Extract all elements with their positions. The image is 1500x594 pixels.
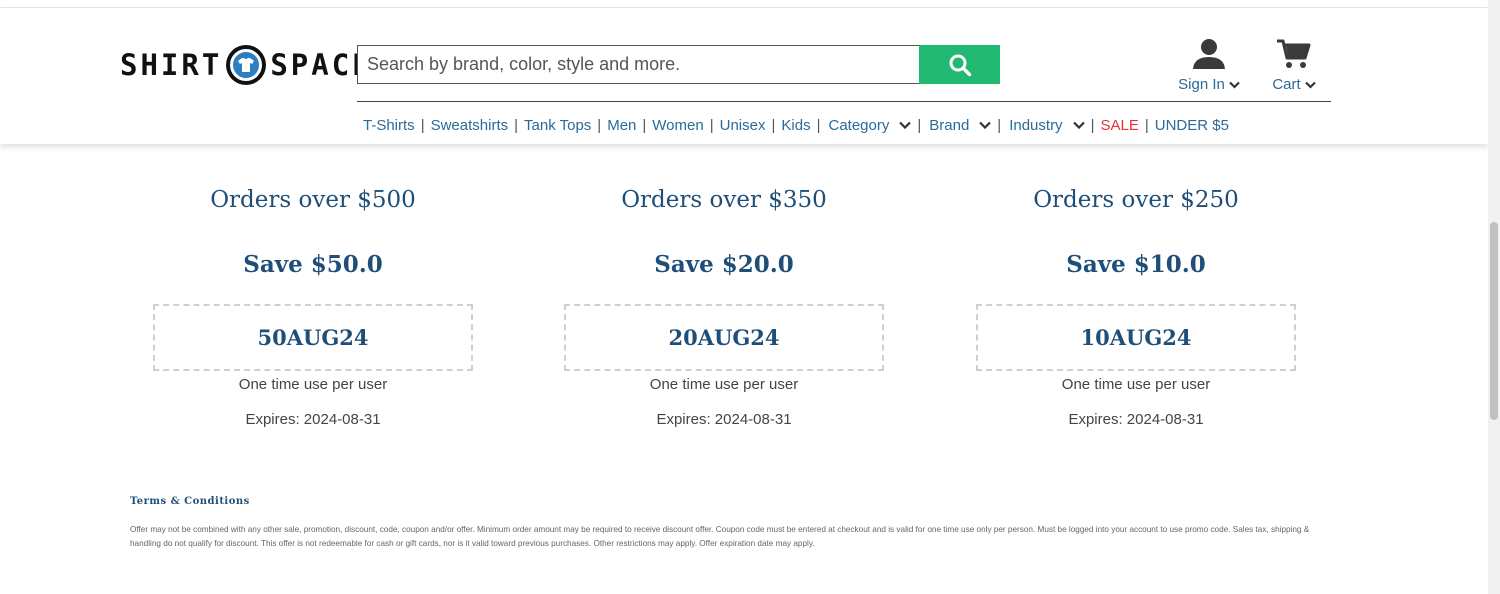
- nav-unisex[interactable]: Unisex: [714, 117, 772, 134]
- cart-label: Cart: [1272, 76, 1301, 93]
- chevron-down-icon: [1229, 81, 1240, 89]
- nav-brand-label: Brand: [929, 116, 970, 134]
- coupon-code-box[interactable]: 10AUG24: [976, 304, 1296, 371]
- coupon-code: 10AUG24: [1080, 325, 1192, 350]
- nav-men[interactable]: Men: [601, 117, 642, 134]
- offer-card: Orders over $350 Save $20.0 20AUG24 One …: [564, 180, 884, 428]
- search-input[interactable]: [357, 45, 919, 84]
- page-scrollbar[interactable]: [1488, 0, 1500, 594]
- offer-card: Orders over $250 Save $10.0 10AUG24 One …: [976, 180, 1296, 428]
- chevron-down-icon: [979, 121, 992, 129]
- scrollbar-thumb[interactable]: [1490, 222, 1498, 420]
- terms-heading: Terms & Conditions: [130, 496, 250, 507]
- chevron-down-icon: [1072, 121, 1085, 129]
- expiry-date: Expires: 2024-08-31: [656, 411, 792, 428]
- nav-category-label: Category: [828, 116, 890, 134]
- search-button[interactable]: [919, 45, 1000, 84]
- usage-note: One time use per user: [649, 376, 799, 393]
- tshirt-logo-icon: [226, 45, 267, 85]
- usage-note: One time use per user: [238, 376, 388, 393]
- nav-category-dropdown[interactable]: Category: [820, 117, 917, 134]
- nav-sale[interactable]: SALE: [1094, 117, 1144, 134]
- nav-women[interactable]: Women: [646, 117, 709, 134]
- user-icon: [1193, 39, 1225, 69]
- nav-industry-dropdown[interactable]: Industry: [1001, 117, 1090, 134]
- nav-sweatshirts[interactable]: Sweatshirts: [425, 117, 515, 134]
- main-nav: T-Shirts | Sweatshirts | Tank Tops | Men…: [357, 115, 1235, 135]
- cart-menu[interactable]: Cart: [1268, 38, 1320, 93]
- offer-savings: Save $20.0: [654, 251, 794, 278]
- nav-brand-dropdown[interactable]: Brand: [921, 117, 997, 134]
- offer-savings: Save $50.0: [243, 251, 383, 278]
- nav-tank-tops[interactable]: Tank Tops: [518, 117, 597, 134]
- coupon-code-box[interactable]: 50AUG24: [153, 304, 473, 371]
- usage-note: One time use per user: [1061, 376, 1211, 393]
- offer-card: Orders over $500 Save $50.0 50AUG24 One …: [153, 180, 473, 428]
- logo-text-left: SHIRT: [120, 48, 223, 82]
- site-header: SHIRT SPACE Sign In: [0, 8, 1488, 144]
- nav-under-5[interactable]: UNDER $5: [1149, 117, 1235, 134]
- offer-title: Orders over $250: [1033, 187, 1239, 213]
- coupon-code: 20AUG24: [668, 325, 780, 350]
- search-bar: [357, 45, 1000, 84]
- nav-kids[interactable]: Kids: [775, 117, 816, 134]
- offer-savings: Save $10.0: [1066, 251, 1206, 278]
- account-menu[interactable]: Sign In: [1175, 38, 1243, 93]
- expiry-date: Expires: 2024-08-31: [1068, 411, 1204, 428]
- expiry-date: Expires: 2024-08-31: [245, 411, 381, 428]
- chevron-down-icon: [899, 121, 912, 129]
- cart-icon: [1277, 39, 1311, 68]
- search-icon: [949, 54, 971, 76]
- nav-industry-label: Industry: [1009, 116, 1063, 134]
- site-logo[interactable]: SHIRT SPACE: [120, 41, 373, 89]
- offer-title: Orders over $500: [210, 187, 416, 213]
- offer-title: Orders over $350: [621, 187, 827, 213]
- sign-in-label: Sign In: [1178, 76, 1225, 93]
- chevron-down-icon: [1304, 81, 1316, 89]
- header-divider: [357, 101, 1331, 102]
- nav-tshirts[interactable]: T-Shirts: [357, 117, 421, 134]
- coupon-code: 50AUG24: [257, 325, 369, 350]
- coupon-code-box[interactable]: 20AUG24: [564, 304, 884, 371]
- terms-text: Offer may not be combined with any other…: [130, 525, 1310, 548]
